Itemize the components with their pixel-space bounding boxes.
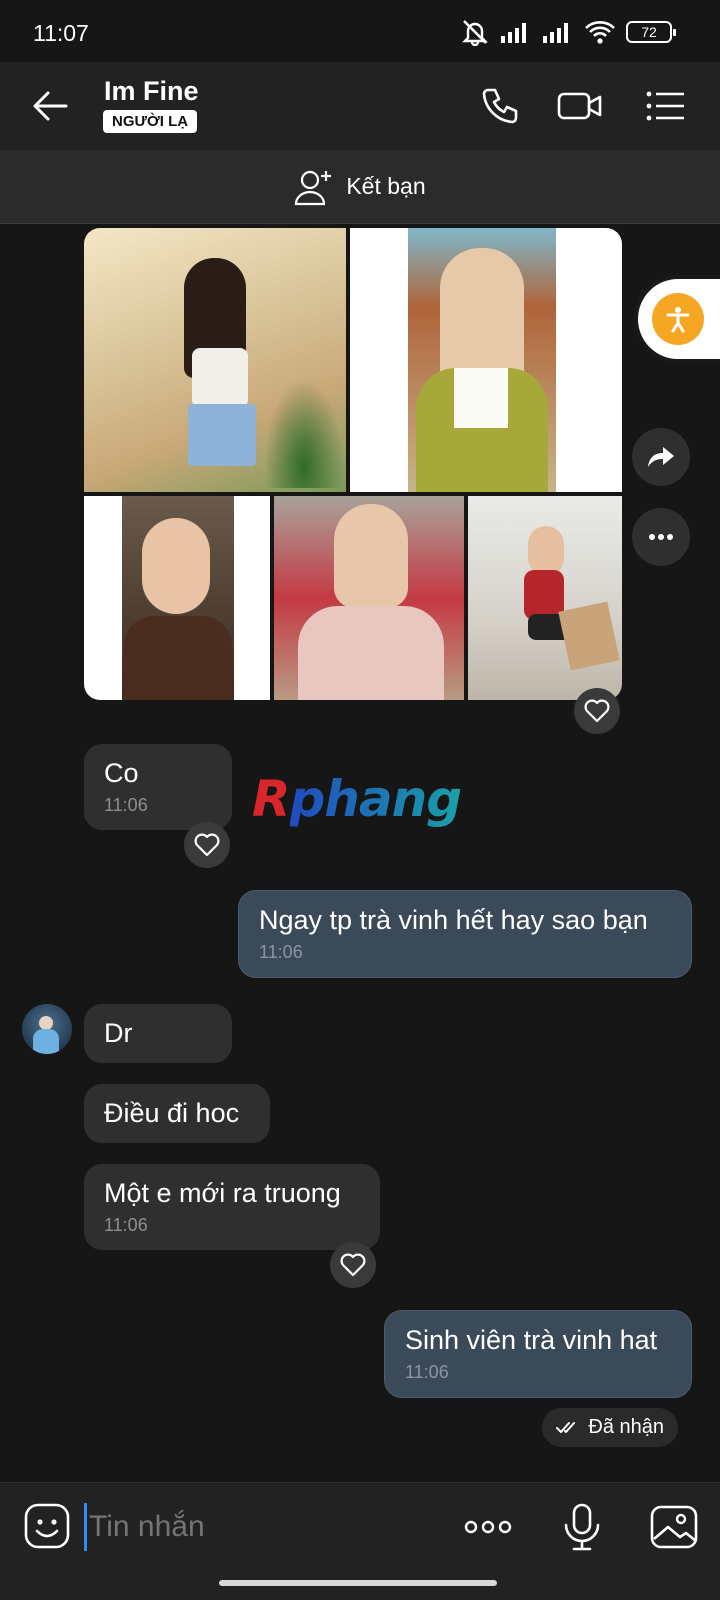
message-text: Sinh viên trà vinh hat <box>405 1325 658 1355</box>
message-text: Dr <box>104 1018 133 1048</box>
heart-icon <box>194 833 220 857</box>
accessibility-shortcut[interactable] <box>634 275 720 363</box>
status-icons: 72 <box>460 18 676 46</box>
delivery-status-text: Đã nhận <box>588 1416 664 1438</box>
watermark-text: phang <box>289 770 463 828</box>
add-friend-bar[interactable]: Kết bạn <box>0 150 720 224</box>
accessibility-icon <box>652 293 704 345</box>
more-horizontal-icon[interactable] <box>462 1501 514 1553</box>
message-time: 11:06 <box>405 1362 449 1382</box>
video-call-icon[interactable] <box>556 82 604 130</box>
photo-3[interactable] <box>84 496 270 700</box>
heart-icon <box>340 1253 366 1277</box>
status-time: 11:07 <box>33 20 89 46</box>
message-input[interactable] <box>84 1503 414 1551</box>
heart-icon <box>584 699 610 723</box>
battery-icon: 72 <box>626 21 676 43</box>
signal-1-icon <box>501 23 526 43</box>
photo-5[interactable] <box>468 496 622 700</box>
message-time: 11:06 <box>104 1215 148 1235</box>
phone-call-icon[interactable] <box>476 82 524 130</box>
sticker-icon[interactable] <box>22 1501 74 1553</box>
microphone-icon[interactable] <box>556 1501 608 1553</box>
contact-name[interactable]: Im Fine <box>104 76 199 107</box>
status-bar: 11:07 72 <box>0 0 720 62</box>
photo-2[interactable] <box>350 228 622 492</box>
message-out[interactable]: Ngay tp trà vinh hết hay sao bạn 11:06 <box>238 890 692 978</box>
double-check-icon <box>556 1421 576 1433</box>
message-time: 11:06 <box>104 795 148 815</box>
gallery-icon[interactable] <box>648 1501 700 1553</box>
share-button[interactable] <box>632 428 690 486</box>
message-text: Co <box>104 758 139 788</box>
message-composer <box>0 1482 720 1600</box>
message-time: 11:06 <box>259 942 303 962</box>
add-friend-label: Kết bạn <box>346 173 426 199</box>
back-arrow-icon[interactable] <box>28 84 72 128</box>
message-text: Một e mới ra truong <box>104 1178 341 1208</box>
photo-4[interactable] <box>274 496 464 700</box>
photo-1[interactable] <box>84 228 346 492</box>
message-out[interactable]: Sinh viên trà vinh hat 11:06 <box>384 1310 692 1398</box>
message-in[interactable]: Điều đi hoc <box>84 1084 270 1143</box>
watermark-initial: R <box>252 770 291 828</box>
more-dots-icon <box>649 534 673 540</box>
more-options-button[interactable] <box>632 508 690 566</box>
react-heart-button[interactable] <box>330 1242 376 1288</box>
message-text: Ngay tp trà vinh hết hay sao bạn <box>259 905 648 935</box>
message-in[interactable]: Co 11:06 <box>84 744 232 830</box>
add-friend-icon <box>295 170 332 205</box>
react-heart-button[interactable] <box>184 822 230 868</box>
delivery-status: Đã nhận <box>542 1408 678 1447</box>
chat-header: Im Fine NGƯỜI LẠ <box>0 62 720 150</box>
signal-2-icon <box>543 23 568 43</box>
contact-avatar[interactable] <box>22 1004 72 1054</box>
share-arrow-icon <box>648 447 674 467</box>
menu-icon[interactable] <box>640 82 688 130</box>
mute-icon <box>462 20 488 46</box>
watermark-logo: Rphang <box>252 770 463 828</box>
message-in[interactable]: Một e mới ra truong 11:06 <box>84 1164 380 1250</box>
react-heart-button[interactable] <box>574 688 620 734</box>
photo-album-message[interactable] <box>84 228 622 700</box>
message-in[interactable]: Dr <box>84 1004 232 1063</box>
gesture-bar <box>219 1580 497 1586</box>
stranger-badge: NGƯỜI LẠ <box>103 110 198 133</box>
message-text: Điều đi hoc <box>104 1098 240 1128</box>
wifi-icon <box>585 21 615 44</box>
